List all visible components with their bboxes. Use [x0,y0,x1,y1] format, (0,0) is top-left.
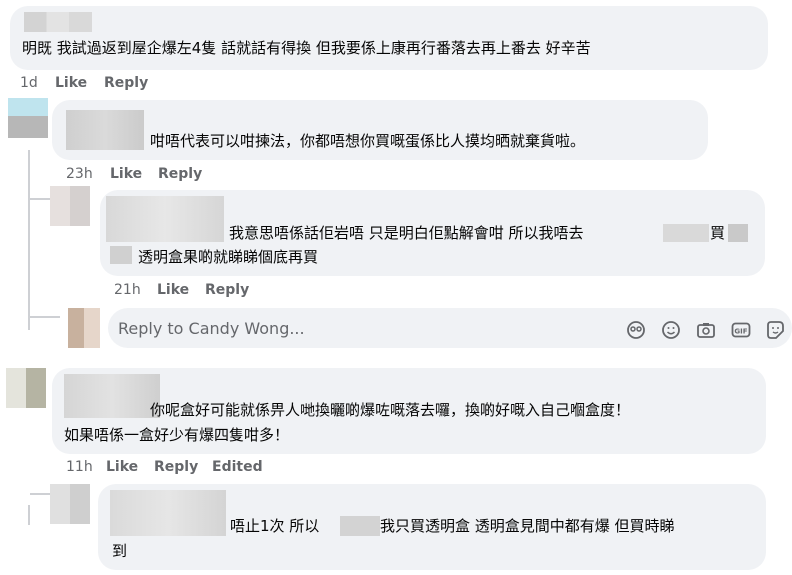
thread-connector [30,493,50,495]
comment-time: 23h [66,166,93,182]
redacted-text [340,516,380,536]
emoji-icon[interactable] [661,320,681,340]
reply-button[interactable]: Reply [154,459,198,475]
comment-text: 明既 我試過返到屋企爆左4隻 話就話有得換 但我要係上康再行番落去再上番去 好辛… [22,39,591,57]
edited-label: Edited [212,459,263,475]
comment-text: 你呢盒好可能就係畀人哋換曬啲爆咗嘅落去囉，換啲好嘅入自己嗰盒度！ [150,401,631,419]
redacted-text [728,224,748,242]
blurred-author-name [24,12,92,32]
avatar [8,98,48,138]
thread-line [28,505,30,525]
redacted-text [110,246,132,264]
like-button[interactable]: Like [110,166,142,182]
reply-button[interactable]: Reply [104,75,148,91]
reply-button[interactable]: Reply [205,282,249,298]
redacted-text [663,224,709,242]
like-button[interactable]: Like [55,75,87,91]
comment-text: 買 [710,224,726,242]
comment-time: 11h [66,459,93,475]
comment-text: 我只買透明盒 透明盒見間中都有爆 但買時睇 [380,517,675,535]
reply-placeholder: Reply to Candy Wong... [118,319,305,338]
avatar [50,186,90,226]
comment-text: 到 [112,542,128,560]
avatar [50,484,90,524]
blurred-author-name [64,374,160,418]
thread-line [28,150,30,330]
thread-connector [30,316,60,318]
camera-icon[interactable] [696,320,716,340]
gif-icon[interactable]: GIF [731,320,751,340]
like-button[interactable]: Like [106,459,138,475]
thread-connector [30,198,50,200]
sticker-icon[interactable] [765,320,785,340]
like-button[interactable]: Like [157,282,189,298]
sticker-face-icon[interactable] [626,320,646,340]
avatar [6,368,46,408]
reply-button[interactable]: Reply [158,166,202,182]
blurred-author-name [110,490,226,536]
comment-text: 如果唔係一盒好少有爆四隻咁多！ [64,426,290,444]
comment-text: 我意思唔係話佢岩唔 只是明白佢點解會咁 所以我唔去 [229,224,584,242]
comment-time: 21h [114,282,141,298]
comment-text: 透明盒果啲就睇睇個底再買 [138,248,319,266]
avatar [68,308,100,348]
comment-text: 咁唔代表可以咁揀法，你都唔想你買嘅蛋係比人摸均晒就棄貨啦。 [150,132,586,150]
comment-time: 1d [20,75,38,91]
blurred-author-name [106,196,224,242]
blurred-author-name [66,110,144,150]
svg-text:GIF: GIF [734,328,747,336]
comment-text: 唔止1次 所以 [230,517,320,535]
